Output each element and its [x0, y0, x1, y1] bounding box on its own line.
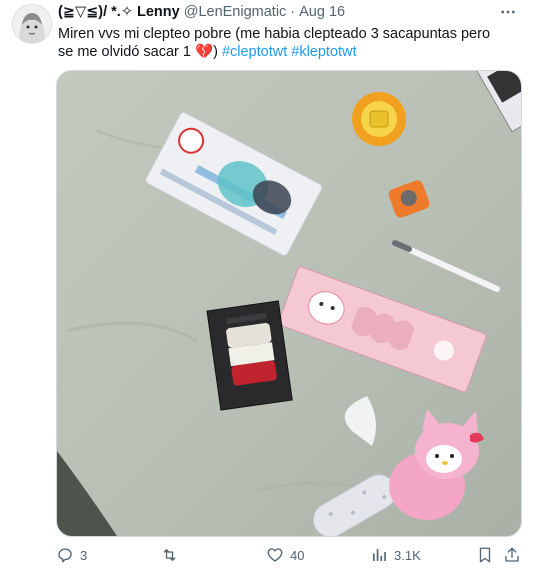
tweet-actions: 3 40 3.1K — [56, 545, 522, 565]
more-options-button[interactable] — [496, 2, 520, 22]
tweet-header: (≧▽≦)/ *.✧ Lenny @LenEnigmatic · Aug 16 — [58, 4, 345, 20]
photo-illustration — [57, 71, 521, 536]
retweet-button[interactable] — [160, 545, 185, 565]
bookmark-button[interactable] — [476, 545, 494, 565]
share-icon — [505, 547, 519, 562]
separator-dot: · — [290, 4, 296, 20]
views-button[interactable]: 3.1K — [370, 545, 421, 565]
reply-icon — [58, 548, 72, 563]
reply-button[interactable]: 3 — [56, 545, 87, 565]
retweet-icon — [163, 549, 176, 561]
avatar[interactable] — [12, 4, 52, 44]
avatar-image — [13, 5, 51, 43]
views-count: 3.1K — [394, 547, 421, 563]
display-name[interactable]: (≧▽≦)/ *.✧ Lenny — [58, 4, 180, 20]
tweet-text-after: ) — [213, 44, 222, 60]
tweet-photo[interactable] — [56, 70, 522, 537]
like-count: 40 — [290, 547, 305, 563]
views-icon — [373, 549, 386, 561]
user-handle[interactable]: @LenEnigmatic — [184, 4, 287, 20]
reply-count: 3 — [80, 547, 88, 563]
more-icon — [501, 10, 515, 14]
broken-heart-emoji: 💔 — [195, 44, 214, 60]
like-button[interactable]: 40 — [266, 545, 304, 565]
hashtag-cleptotwt[interactable]: #cleptotwt — [222, 44, 287, 60]
bookmark-icon — [479, 547, 491, 563]
heart-icon — [267, 548, 283, 562]
tweet-date[interactable]: Aug 16 — [299, 4, 345, 20]
hashtag-kleptotwt[interactable]: #kleptotwt — [291, 44, 356, 60]
tweet-text: Miren vvs mi clepteo pobre (me habia cle… — [58, 25, 508, 61]
share-button[interactable] — [503, 545, 521, 565]
